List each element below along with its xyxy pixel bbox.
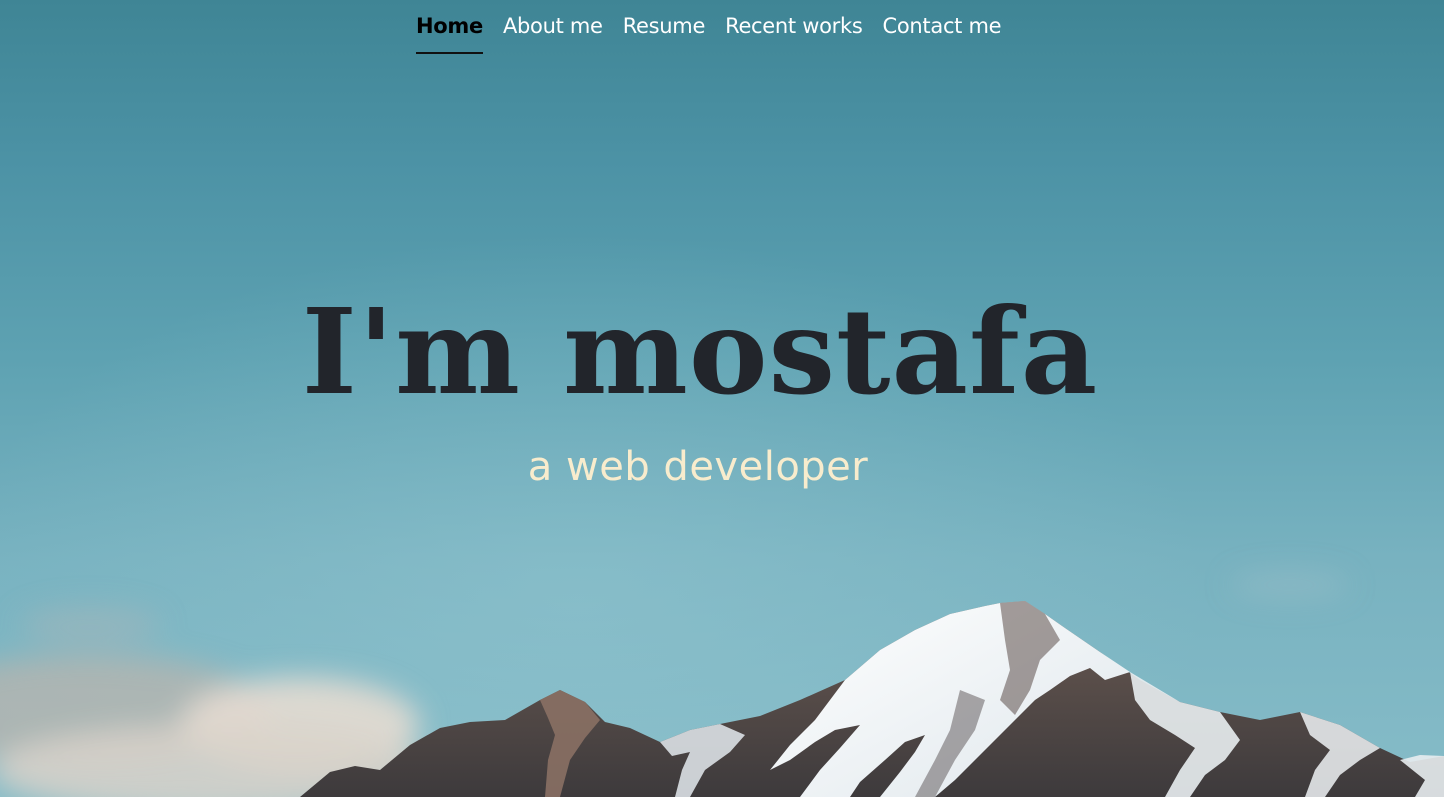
main-nav: Home About me Resume Recent works Contac… xyxy=(406,10,1011,56)
nav-item-contact-me[interactable]: Contact me xyxy=(873,10,1012,50)
hero-subtitle: a web developer xyxy=(527,444,869,490)
hero-title: I'm mostafa xyxy=(301,282,1099,421)
nav-item-recent-works[interactable]: Recent works xyxy=(715,10,872,50)
nav-item-resume[interactable]: Resume xyxy=(613,10,715,50)
nav-item-home[interactable]: Home xyxy=(406,10,493,54)
nav-item-about-me[interactable]: About me xyxy=(493,10,613,50)
